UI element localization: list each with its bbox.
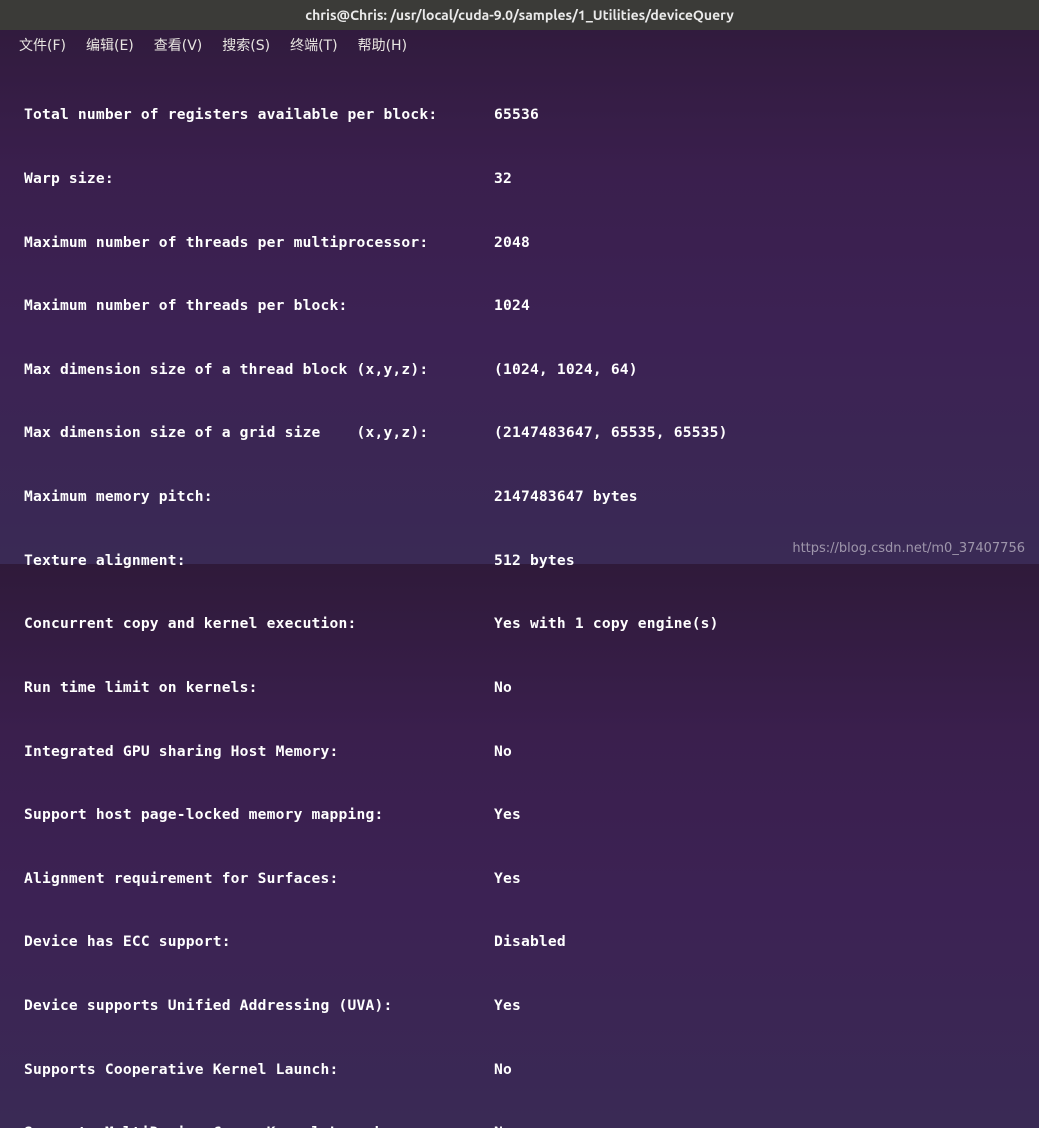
out-label: Maximum memory pitch:: [24, 486, 494, 507]
window-title: chris@Chris: /usr/local/cuda-9.0/samples…: [305, 7, 734, 23]
menu-view[interactable]: 查看(V): [149, 32, 208, 58]
out-value: 2147483647 bytes: [494, 486, 638, 507]
out-value: (2147483647, 65535, 65535): [494, 422, 728, 443]
out-label: Run time limit on kernels:: [24, 677, 494, 698]
out-label: Concurrent copy and kernel execution:: [24, 613, 494, 634]
out-value: Yes: [494, 804, 521, 825]
out-label: Maximum number of threads per block:: [24, 295, 494, 316]
out-label: Texture alignment:: [24, 550, 494, 571]
out-label: Device has ECC support:: [24, 931, 494, 952]
out-value: No: [494, 677, 512, 698]
watermark-text: https://blog.csdn.net/m0_37407756: [792, 541, 1025, 556]
out-label: Max dimension size of a grid size (x,y,z…: [24, 422, 494, 443]
menubar: 文件(F) 编辑(E) 查看(V) 搜索(S) 终端(T) 帮助(H): [0, 30, 1039, 60]
out-value: No: [494, 1122, 512, 1128]
out-label: Max dimension size of a thread block (x,…: [24, 359, 494, 380]
out-value: Disabled: [494, 931, 566, 952]
menu-help[interactable]: 帮助(H): [353, 32, 412, 58]
menu-search[interactable]: 搜索(S): [217, 32, 275, 58]
out-value: Yes: [494, 995, 521, 1016]
menu-terminal[interactable]: 终端(T): [285, 32, 342, 58]
out-value: 1024: [494, 295, 530, 316]
out-label: Integrated GPU sharing Host Memory:: [24, 741, 494, 762]
terminal-output[interactable]: Total number of registers available per …: [0, 60, 1039, 1128]
out-value: 65536: [494, 104, 539, 125]
window-titlebar: chris@Chris: /usr/local/cuda-9.0/samples…: [0, 0, 1039, 30]
out-value: No: [494, 741, 512, 762]
out-value: (1024, 1024, 64): [494, 359, 638, 380]
out-label: Maximum number of threads per multiproce…: [24, 232, 494, 253]
out-value: 32: [494, 168, 512, 189]
out-label: Device supports Unified Addressing (UVA)…: [24, 995, 494, 1016]
out-label: Warp size:: [24, 168, 494, 189]
out-label: Support host page-locked memory mapping:: [24, 804, 494, 825]
out-value: Yes with 1 copy engine(s): [494, 613, 719, 634]
out-label: Supports Cooperative Kernel Launch:: [24, 1059, 494, 1080]
menu-file[interactable]: 文件(F): [14, 32, 71, 58]
out-value: 2048: [494, 232, 530, 253]
out-label: Supports MultiDevice Co-op Kernel Launch…: [24, 1122, 494, 1128]
out-label: Alignment requirement for Surfaces:: [24, 868, 494, 889]
out-label: Total number of registers available per …: [24, 104, 494, 125]
menu-edit[interactable]: 编辑(E): [81, 32, 139, 58]
out-value: Yes: [494, 868, 521, 889]
out-value: 512 bytes: [494, 550, 575, 571]
out-value: No: [494, 1059, 512, 1080]
